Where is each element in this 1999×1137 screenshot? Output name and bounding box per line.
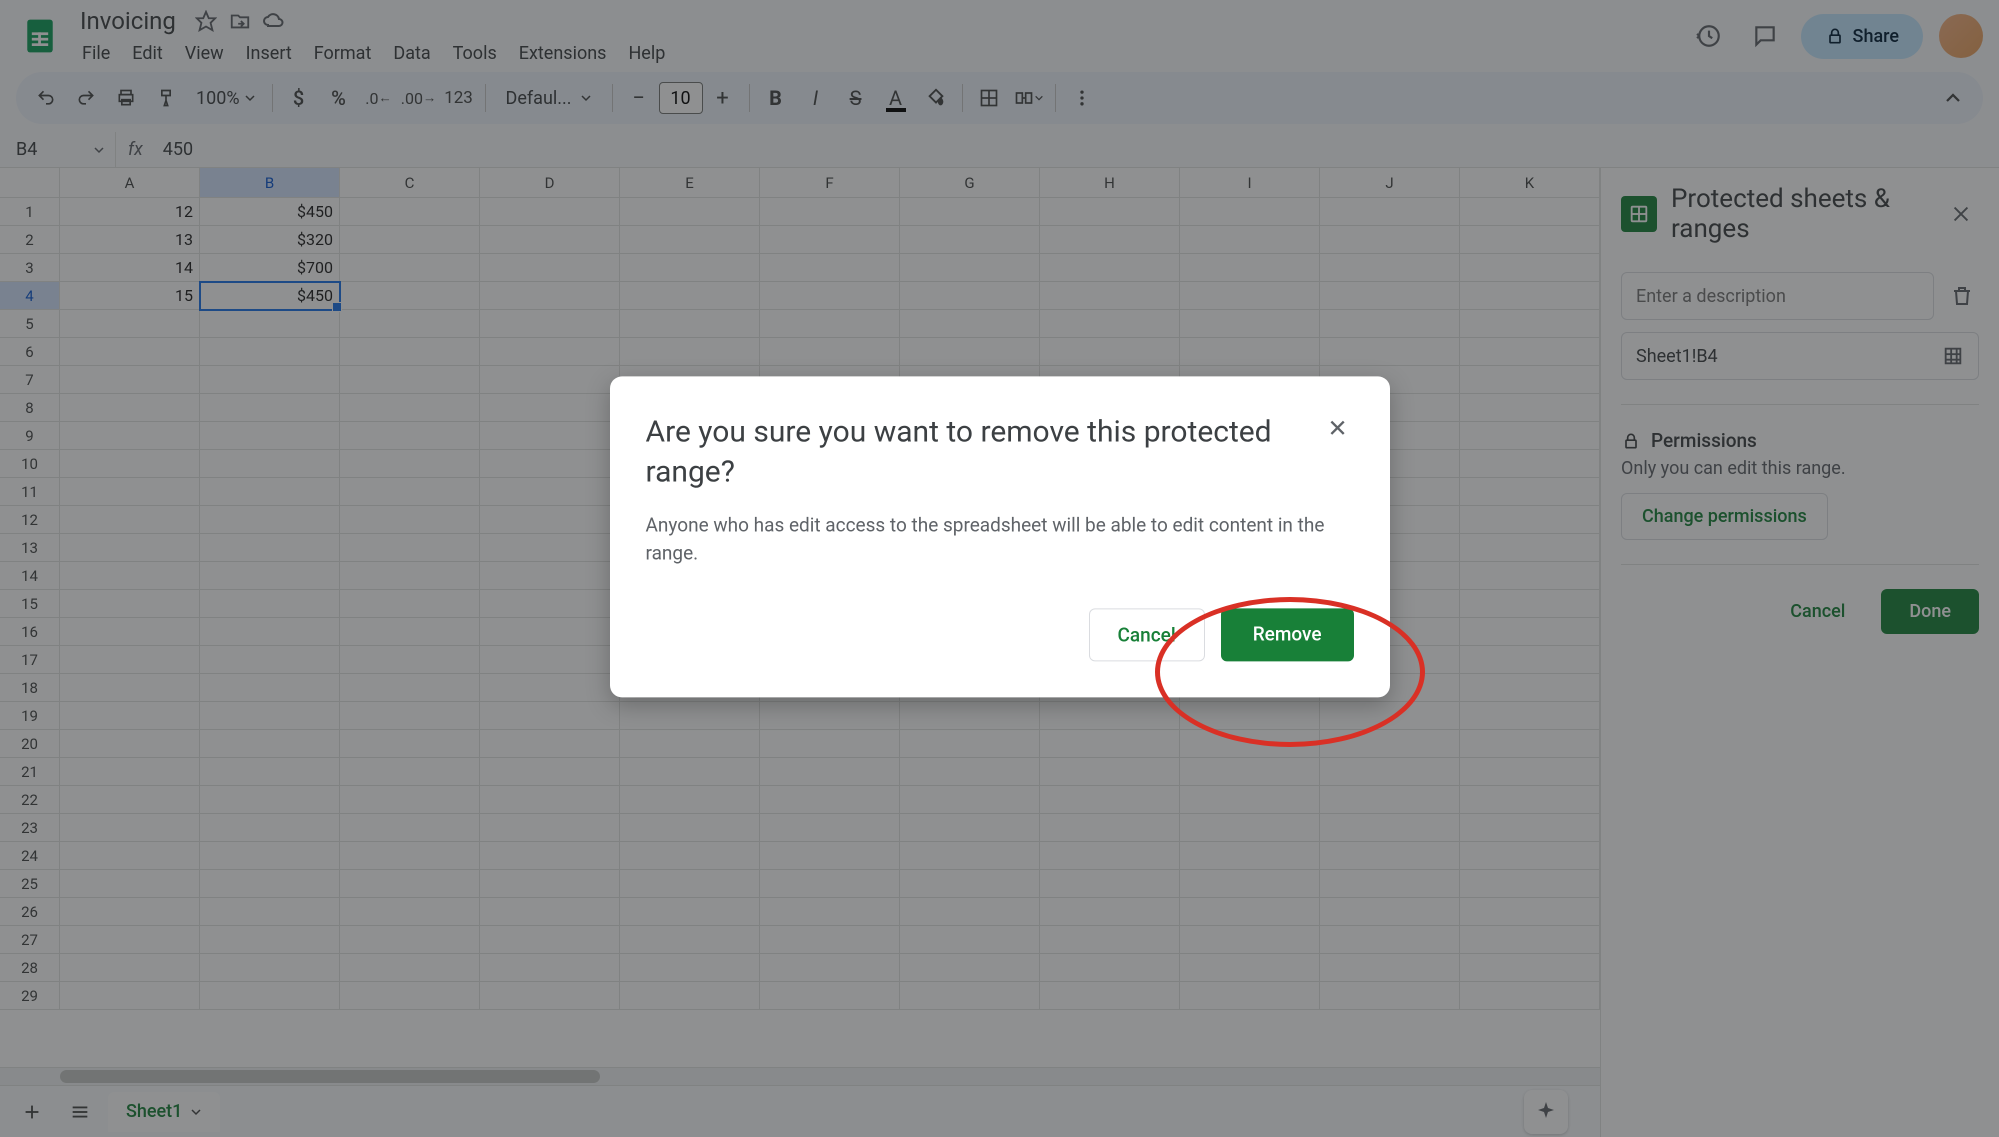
modal-title: Are you sure you want to remove this pro… xyxy=(646,412,1306,493)
modal-cancel-button[interactable]: Cancel xyxy=(1089,608,1205,661)
modal-remove-button[interactable]: Remove xyxy=(1221,608,1354,661)
modal-body: Anyone who has edit access to the spread… xyxy=(646,511,1354,568)
modal-close-button[interactable]: ✕ xyxy=(1322,412,1354,444)
confirm-remove-modal: Are you sure you want to remove this pro… xyxy=(610,376,1390,697)
